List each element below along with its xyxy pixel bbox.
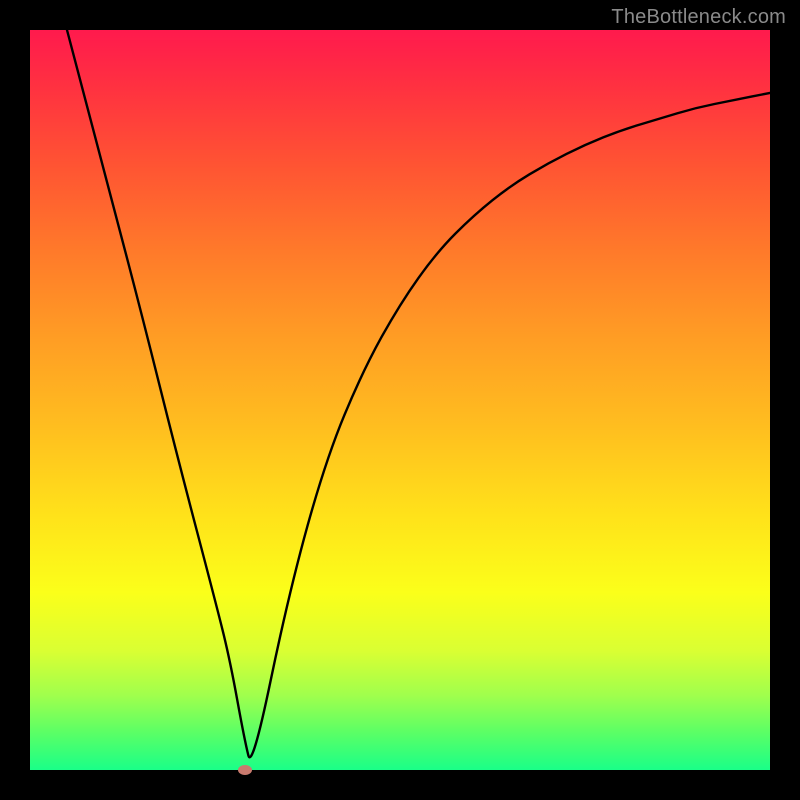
chart-frame: TheBottleneck.com — [0, 0, 800, 800]
plot-area — [30, 30, 770, 770]
minimum-marker — [238, 765, 252, 775]
watermark-text: TheBottleneck.com — [611, 6, 786, 29]
bottleneck-curve — [30, 30, 770, 770]
